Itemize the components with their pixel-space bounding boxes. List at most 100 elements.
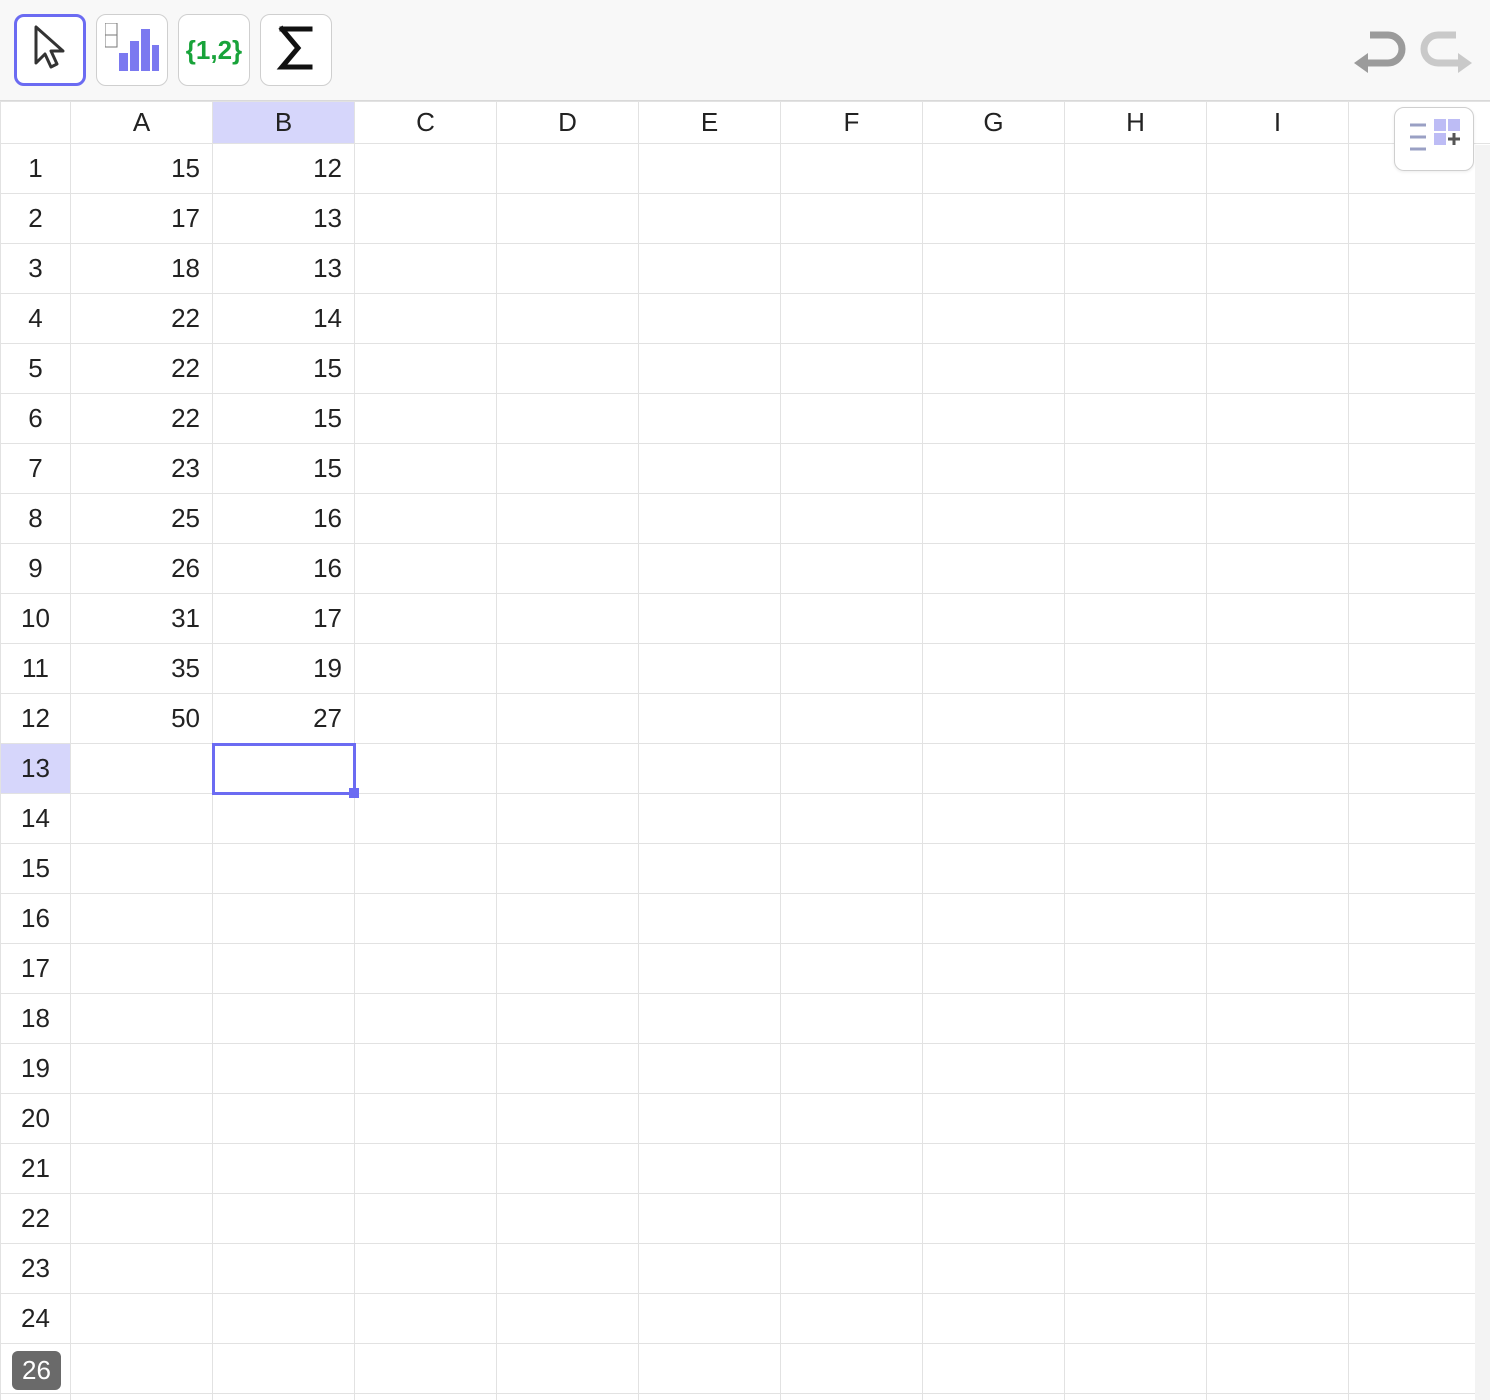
cell[interactable] <box>355 794 497 844</box>
cell[interactable] <box>497 144 639 194</box>
cell[interactable] <box>1349 1144 1490 1194</box>
cell[interactable] <box>1207 244 1349 294</box>
cell[interactable]: 22 <box>71 344 213 394</box>
cell[interactable] <box>71 1094 213 1144</box>
cell[interactable] <box>1065 544 1207 594</box>
cell[interactable] <box>923 1294 1065 1344</box>
cell[interactable] <box>1349 294 1490 344</box>
cell[interactable] <box>497 1294 639 1344</box>
cell[interactable] <box>355 594 497 644</box>
cell[interactable] <box>781 444 923 494</box>
cell[interactable] <box>355 1044 497 1094</box>
cell[interactable] <box>639 294 781 344</box>
cell[interactable] <box>213 894 355 944</box>
cell[interactable] <box>1349 544 1490 594</box>
cell[interactable] <box>1207 1394 1349 1400</box>
cell[interactable] <box>1349 794 1490 844</box>
col-header-E[interactable]: E <box>639 102 781 144</box>
cell[interactable] <box>71 1294 213 1344</box>
cell[interactable] <box>1065 1194 1207 1244</box>
cell[interactable] <box>497 194 639 244</box>
cell[interactable] <box>213 1144 355 1194</box>
row-header[interactable]: 9 <box>1 544 71 594</box>
cell[interactable] <box>1207 794 1349 844</box>
cell[interactable] <box>213 944 355 994</box>
row-header[interactable]: 2 <box>1 194 71 244</box>
cell[interactable] <box>781 294 923 344</box>
cell[interactable] <box>213 1294 355 1344</box>
cell[interactable] <box>355 894 497 944</box>
cell[interactable] <box>923 1194 1065 1244</box>
cell[interactable] <box>71 744 213 794</box>
cell[interactable] <box>923 844 1065 894</box>
cell[interactable] <box>639 744 781 794</box>
cell[interactable] <box>1207 194 1349 244</box>
cell[interactable] <box>497 344 639 394</box>
cell[interactable] <box>71 894 213 944</box>
cell[interactable] <box>213 744 355 794</box>
cell[interactable] <box>781 644 923 694</box>
cell[interactable] <box>355 644 497 694</box>
cell[interactable] <box>1349 1044 1490 1094</box>
cell[interactable] <box>781 844 923 894</box>
cell[interactable] <box>497 744 639 794</box>
cell[interactable] <box>213 1044 355 1094</box>
row-header[interactable]: 26 <box>1 1394 71 1400</box>
col-header-I[interactable]: I <box>1207 102 1349 144</box>
row-header[interactable]: 14 <box>1 794 71 844</box>
cell[interactable] <box>355 1394 497 1400</box>
row-header[interactable]: 18 <box>1 994 71 1044</box>
sum-tool-button[interactable] <box>260 14 332 86</box>
row-header[interactable]: 19 <box>1 1044 71 1094</box>
cell[interactable] <box>355 744 497 794</box>
undo-button[interactable] <box>1350 25 1408 75</box>
cell[interactable] <box>923 694 1065 744</box>
cell[interactable] <box>639 1094 781 1144</box>
cell[interactable]: 26 <box>71 544 213 594</box>
cell[interactable] <box>923 194 1065 244</box>
cell[interactable] <box>71 1394 213 1400</box>
cell[interactable] <box>1349 194 1490 244</box>
cell[interactable] <box>923 394 1065 444</box>
cell[interactable] <box>781 694 923 744</box>
cell[interactable] <box>213 1344 355 1394</box>
cell[interactable] <box>781 1194 923 1244</box>
cell[interactable] <box>1065 494 1207 544</box>
cell[interactable] <box>355 1144 497 1194</box>
row-header[interactable]: 4 <box>1 294 71 344</box>
cell[interactable] <box>497 994 639 1044</box>
cell[interactable] <box>639 1194 781 1244</box>
cell[interactable] <box>1349 1344 1490 1394</box>
row-header[interactable]: 15 <box>1 844 71 894</box>
cell[interactable] <box>639 994 781 1044</box>
cell[interactable] <box>213 844 355 894</box>
col-header-F[interactable]: F <box>781 102 923 144</box>
cell[interactable]: 17 <box>71 194 213 244</box>
cell[interactable] <box>923 1344 1065 1394</box>
cell[interactable] <box>497 844 639 894</box>
cell[interactable] <box>1207 344 1349 394</box>
cell[interactable] <box>639 394 781 444</box>
cell[interactable]: 15 <box>213 394 355 444</box>
row-header[interactable]: 12 <box>1 694 71 744</box>
cell[interactable]: 35 <box>71 644 213 694</box>
cell[interactable] <box>213 794 355 844</box>
cell[interactable] <box>639 644 781 694</box>
cell[interactable] <box>1349 1094 1490 1144</box>
cell[interactable] <box>1207 1244 1349 1294</box>
cell[interactable] <box>1207 494 1349 544</box>
cell[interactable] <box>71 1344 213 1394</box>
cell[interactable] <box>213 1094 355 1144</box>
cell[interactable] <box>1207 1194 1349 1244</box>
cell[interactable]: 15 <box>213 444 355 494</box>
cell[interactable] <box>1207 144 1349 194</box>
col-header-C[interactable]: C <box>355 102 497 144</box>
cell[interactable] <box>355 1094 497 1144</box>
cell[interactable] <box>639 444 781 494</box>
cell[interactable]: 13 <box>213 244 355 294</box>
cell[interactable] <box>355 1244 497 1294</box>
cell[interactable] <box>923 744 1065 794</box>
cell[interactable] <box>639 594 781 644</box>
cell[interactable] <box>497 1244 639 1294</box>
cell[interactable] <box>213 1194 355 1244</box>
